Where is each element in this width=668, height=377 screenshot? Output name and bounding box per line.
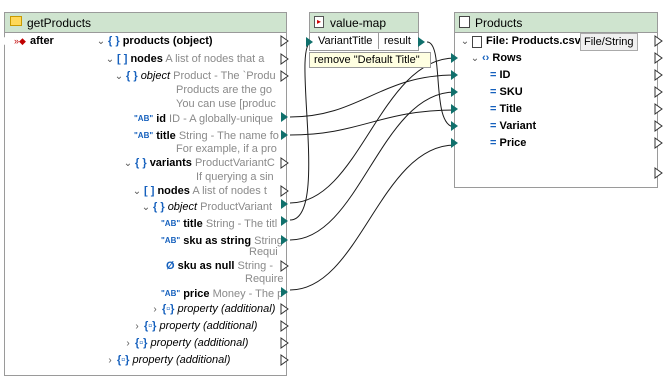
chevron-down-icon[interactable]: ⌄ bbox=[105, 51, 115, 68]
required-icon: »◆ bbox=[14, 36, 26, 46]
array-icon: [ ] bbox=[144, 185, 155, 197]
value-map-title: value-map bbox=[330, 16, 387, 30]
chevron-right-icon[interactable]: › bbox=[150, 301, 160, 318]
string-icon: "AB" bbox=[161, 236, 181, 245]
source-title: getProducts bbox=[27, 16, 92, 30]
value-map-body: VariantTitle result bbox=[309, 33, 419, 51]
line-variant-title-to-map bbox=[289, 41, 313, 221]
null-icon: Ø bbox=[166, 260, 175, 272]
element-icon: ‹› bbox=[482, 52, 490, 64]
line-price-to-Price bbox=[289, 144, 456, 291]
value-map-input-connector[interactable] bbox=[306, 37, 313, 47]
chevron-down-icon[interactable]: ⌄ bbox=[470, 50, 480, 67]
chevron-down-icon[interactable]: ⌄ bbox=[141, 199, 151, 216]
line-object-to-rows bbox=[289, 57, 456, 204]
object-icon: { } bbox=[108, 35, 120, 47]
chevron-down-icon[interactable]: ⌄ bbox=[460, 33, 470, 50]
line-sku-to-SKU bbox=[289, 91, 456, 241]
nodes-row[interactable]: [ ] nodes A list of nodes that a bbox=[117, 51, 264, 68]
target-title: Products bbox=[475, 16, 523, 30]
value-map-default: remove "Default Title" bbox=[309, 52, 431, 68]
folder-icon bbox=[10, 16, 22, 26]
string-icon: "AB" bbox=[161, 219, 181, 228]
variant-title-row[interactable]: "AB" title String - The titl bbox=[161, 215, 277, 232]
price-row[interactable]: "AB" price Money - The p bbox=[161, 285, 283, 302]
input-after-label: after bbox=[30, 35, 54, 47]
line-title-to-Title bbox=[289, 109, 456, 136]
value-map-output[interactable]: result bbox=[384, 35, 411, 47]
field-icon: = bbox=[490, 86, 497, 98]
field-icon: = bbox=[490, 137, 497, 149]
variant-nodes-row[interactable]: [ ] nodes A list of nodes t bbox=[144, 183, 267, 200]
target-output-connectors[interactable] bbox=[653, 30, 665, 190]
chevron-right-icon[interactable]: › bbox=[123, 335, 133, 352]
target-field-variant[interactable]: = Variant bbox=[490, 118, 536, 135]
property-additional-row[interactable]: {▫} property (additional) bbox=[117, 352, 230, 369]
target-input-connector-variant[interactable] bbox=[451, 121, 458, 131]
chevron-down-icon[interactable]: ⌄ bbox=[96, 33, 106, 50]
property-icon: {▫} bbox=[135, 337, 148, 349]
object-icon: { } bbox=[126, 70, 138, 82]
target-header[interactable]: Products bbox=[455, 13, 657, 33]
target-input-connector-rows[interactable] bbox=[451, 53, 458, 63]
file-string-button[interactable]: File/String bbox=[580, 33, 638, 51]
property-additional-row[interactable]: {▫} property (additional) bbox=[144, 318, 257, 335]
field-icon: = bbox=[490, 120, 497, 132]
chevron-down-icon[interactable]: ⌄ bbox=[114, 68, 124, 85]
string-icon: "AB" bbox=[161, 289, 181, 298]
value-map-icon: ▸ bbox=[314, 16, 324, 28]
property-additional-row[interactable]: {▫} property (additional) bbox=[135, 335, 248, 352]
value-map-header[interactable]: ▸ value-map bbox=[309, 12, 419, 33]
id-row[interactable]: "AB" id ID - A globally-unique bbox=[134, 110, 273, 127]
rows-row[interactable]: ‹› Rows bbox=[482, 50, 522, 67]
chevron-right-icon[interactable]: › bbox=[132, 318, 142, 335]
target-input-connector-title[interactable] bbox=[451, 104, 458, 114]
object-icon: { } bbox=[135, 157, 147, 169]
target-file-label: File: Products.csv bbox=[486, 35, 581, 47]
target-field-sku[interactable]: = SKU bbox=[490, 84, 523, 101]
value-map-component[interactable]: ▸ value-map VariantTitle result remove "… bbox=[309, 12, 431, 68]
string-icon: "AB" bbox=[134, 114, 154, 123]
field-icon: = bbox=[490, 69, 497, 81]
target-field-id[interactable]: = ID bbox=[490, 67, 511, 84]
variant-object-row[interactable]: { } object ProductVariant bbox=[153, 199, 272, 216]
input-connector-after[interactable] bbox=[3, 36, 11, 46]
file-icon bbox=[472, 36, 482, 48]
target-input-connector-price[interactable] bbox=[451, 138, 458, 148]
string-icon: "AB" bbox=[134, 131, 154, 140]
value-map-output-connector[interactable] bbox=[418, 37, 425, 47]
value-map-input[interactable]: VariantTitle bbox=[318, 35, 372, 47]
property-icon: {▫} bbox=[162, 303, 175, 315]
object-icon: { } bbox=[153, 201, 165, 213]
target-input-connector-id[interactable] bbox=[451, 70, 458, 80]
document-icon bbox=[459, 16, 470, 28]
source-header[interactable]: getProducts bbox=[5, 13, 286, 33]
connector-outlines bbox=[280, 35, 289, 366]
array-icon: [ ] bbox=[117, 53, 128, 65]
property-icon: {▫} bbox=[117, 354, 130, 366]
products-row[interactable]: { } products (object) bbox=[108, 33, 213, 50]
chevron-down-icon[interactable]: ⌄ bbox=[132, 183, 142, 200]
target-field-title[interactable]: = Title bbox=[490, 101, 522, 118]
target-input-connector-sku[interactable] bbox=[451, 87, 458, 97]
field-icon: = bbox=[490, 103, 497, 115]
chevron-down-icon[interactable]: ⌄ bbox=[123, 155, 133, 172]
property-additional-row[interactable]: {▫} property (additional) bbox=[162, 301, 275, 318]
chevron-right-icon[interactable]: › bbox=[105, 352, 115, 369]
property-icon: {▫} bbox=[144, 320, 157, 332]
target-field-price[interactable]: = Price bbox=[490, 135, 526, 152]
